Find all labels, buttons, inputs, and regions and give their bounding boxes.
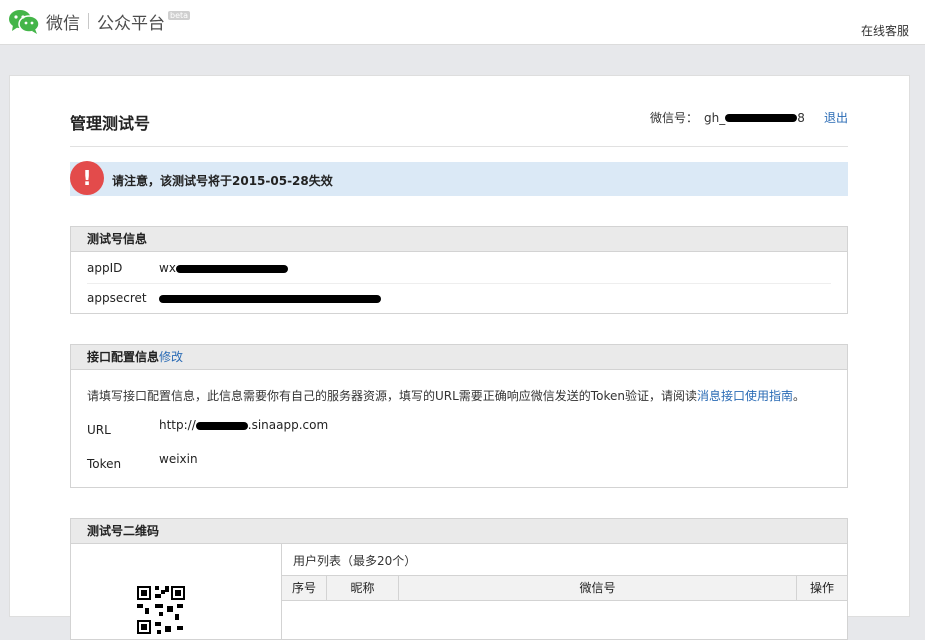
redaction-mark [175,264,288,273]
brand-name: 微信 [46,13,80,34]
description-text: 请填写接口配置信息，此信息需要你有自己的服务器资源，填写的URL需要正确响应微信… [87,389,697,403]
test-qrcode-box: 测试号二维码 用户列表（最多20个） 序号 昵称 微信号 操作 [70,518,848,640]
column-header-actions: 操作 [809,581,834,595]
redaction-mark [195,421,248,430]
appid-row: appID wx [87,261,288,275]
online-support-link[interactable]: 在线客服 [861,22,909,39]
row-divider [87,283,831,284]
appid-value-prefix: wx [159,261,176,275]
user-table-header: 序号 昵称 微信号 操作 [282,575,847,601]
main-panel: 管理测试号 微信号： gh_ 8 退出 ! 请注意，该测试号将于2015-05-2… [9,75,910,640]
logo-divider [88,13,89,29]
url-label: URL [87,423,111,437]
title-divider [70,146,848,147]
wechat-logo[interactable]: 微信 公众平台 beta [8,6,191,36]
account-info: 微信号： gh_ 8 [650,109,805,126]
appsecret-label: appsecret [87,291,147,305]
interface-heading: 接口配置信息修改 [71,345,847,370]
account-label: 微信号： [650,111,699,125]
column-header-nickname: 昵称 [327,576,399,600]
beta-badge: beta [168,10,191,20]
account-value-prefix: gh_ [704,110,726,125]
column-header-index: 序号 [282,576,327,600]
url-value-prefix: http:// [159,418,196,432]
url-value: http:// .sinaapp.com [159,418,328,432]
appsecret-value [159,291,381,305]
qrcode-image [137,586,185,634]
alert-icon: ! [70,161,104,195]
test-info-heading: 测试号信息 [71,227,847,252]
product-name: 公众平台 [97,13,165,34]
appsecret-row: appsecret [87,291,381,305]
redaction-mark [159,294,381,303]
wechat-logo-icon [8,8,40,34]
expiry-notice: ! 请注意，该测试号将于2015-05-28失效 [70,161,848,196]
logout-link[interactable]: 退出 [824,109,848,126]
user-list-title: 用户列表（最多20个） [293,554,417,568]
redaction-mark [725,114,798,122]
token-value: weixin [159,452,198,466]
token-label: Token [87,457,122,471]
page-title: 管理测试号 [70,114,151,133]
interface-heading-label: 接口配置信息 [87,350,160,364]
qrcode-heading: 测试号二维码 [71,519,847,544]
url-row: URL http:// .sinaapp.com [87,418,328,437]
account-value: gh_ 8 [704,111,805,125]
test-account-info-box: 测试号信息 appID wx appsecret [70,226,848,314]
notice-text: 请注意，该测试号将于2015-05-28失效 [112,174,333,188]
account-value-suffix: 8 [797,110,805,125]
url-value-suffix: .sinaapp.com [247,418,329,432]
interface-description: 请填写接口配置信息，此信息需要你有自己的服务器资源，填写的URL需要正确响应微信… [87,387,805,404]
message-api-guide-link[interactable]: 消息接口使用指南 [697,389,793,403]
qrcode-area [71,544,282,639]
interface-config-box: 接口配置信息修改 请填写接口配置信息，此信息需要你有自己的服务器资源，填写的UR… [70,344,848,488]
appid-value: wx [159,261,288,275]
top-bar: 微信 公众平台 beta 在线客服 [0,0,925,45]
appid-label: appID [87,261,123,275]
token-row: Token weixin [87,452,198,471]
column-header-wechat-id: 微信号 [399,576,797,600]
description-end: 。 [792,389,805,403]
edit-link[interactable]: 修改 [159,350,183,364]
